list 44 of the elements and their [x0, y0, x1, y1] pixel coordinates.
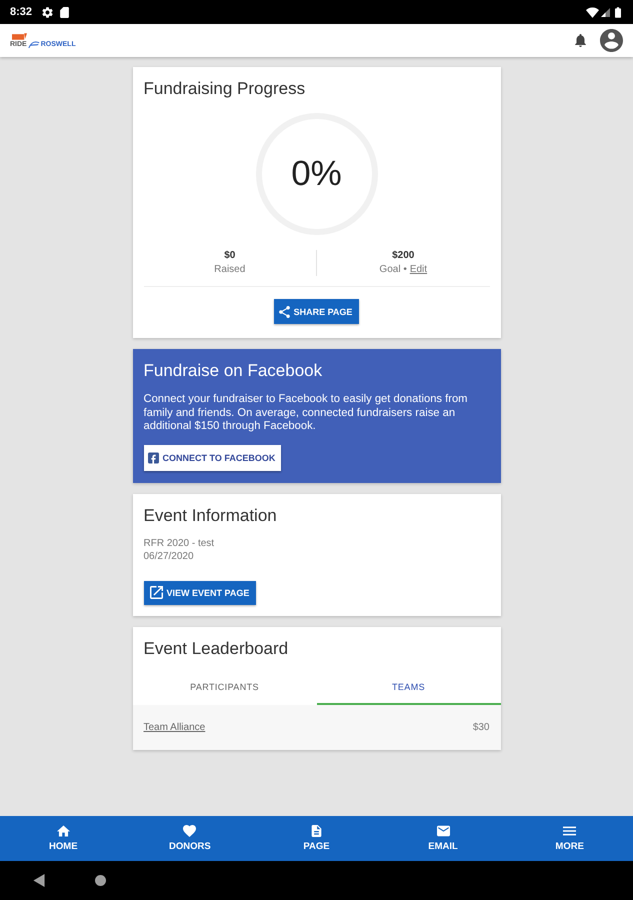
battery-icon	[615, 6, 621, 18]
progress-percent: 0%	[291, 154, 342, 194]
logo-badge-icon	[12, 32, 27, 40]
nav-tab[interactable]: DONORS	[126, 816, 254, 861]
stat-value: $200	[392, 250, 414, 262]
card-title: Event Leaderboard	[144, 638, 290, 658]
card-title: Fundraising Progress	[144, 79, 306, 99]
nav-tab[interactable]: PAGE	[253, 816, 380, 861]
status-time: 8:32	[10, 6, 32, 18]
card-title: Fundraise on Facebook	[144, 361, 324, 381]
connect-facebook-button[interactable]: CONNECT TO FACEBOOK	[144, 444, 282, 470]
stat-value: $0	[224, 250, 236, 262]
f-square-icon	[148, 452, 158, 464]
envelope-icon	[436, 825, 450, 837]
card-title: Event Information	[144, 506, 278, 526]
swoosh-icon	[28, 40, 40, 48]
facebook-description: Connect your fundraiser to Facebook to easily get donations from family and friends. On average, connected fundraisers raise an additional $150 through Facebook.	[144, 393, 468, 434]
menu-icon	[563, 825, 576, 837]
back-icon[interactable]	[33, 874, 45, 887]
event-detail: RFR 2020 - test	[144, 536, 216, 550]
nav-tab[interactable]: MORE	[506, 816, 633, 861]
stat-label: Raised	[214, 264, 246, 276]
sd-card-icon	[60, 6, 70, 18]
gear-icon	[42, 6, 54, 18]
edit-link[interactable]: Edit	[410, 264, 428, 276]
leaderboard-tab[interactable]: TEAMS	[316, 670, 500, 704]
bell-icon[interactable]	[575, 34, 586, 47]
nav-tab[interactable]: EMAIL	[380, 816, 506, 861]
home-button-icon[interactable]	[95, 875, 106, 886]
nav-tab[interactable]: HOME	[0, 816, 127, 861]
heart-icon	[183, 825, 196, 837]
stat-label: Goal •	[379, 264, 407, 276]
share-icon	[278, 306, 290, 318]
home-icon	[56, 825, 70, 837]
external-link-icon	[150, 586, 162, 599]
wifi-icon	[586, 6, 599, 18]
signal-icon	[601, 8, 610, 16]
document-icon	[310, 825, 323, 837]
share-page-button[interactable]: SHARE PAGE	[274, 299, 360, 324]
event-detail: 06/27/2020	[144, 550, 195, 562]
avatar-icon[interactable]	[600, 29, 623, 52]
view-event-page-button[interactable]: VIEW EVENT PAGE	[144, 580, 256, 604]
amount-text: $30	[472, 722, 490, 732]
team-link[interactable]: Team Alliance	[144, 722, 206, 732]
